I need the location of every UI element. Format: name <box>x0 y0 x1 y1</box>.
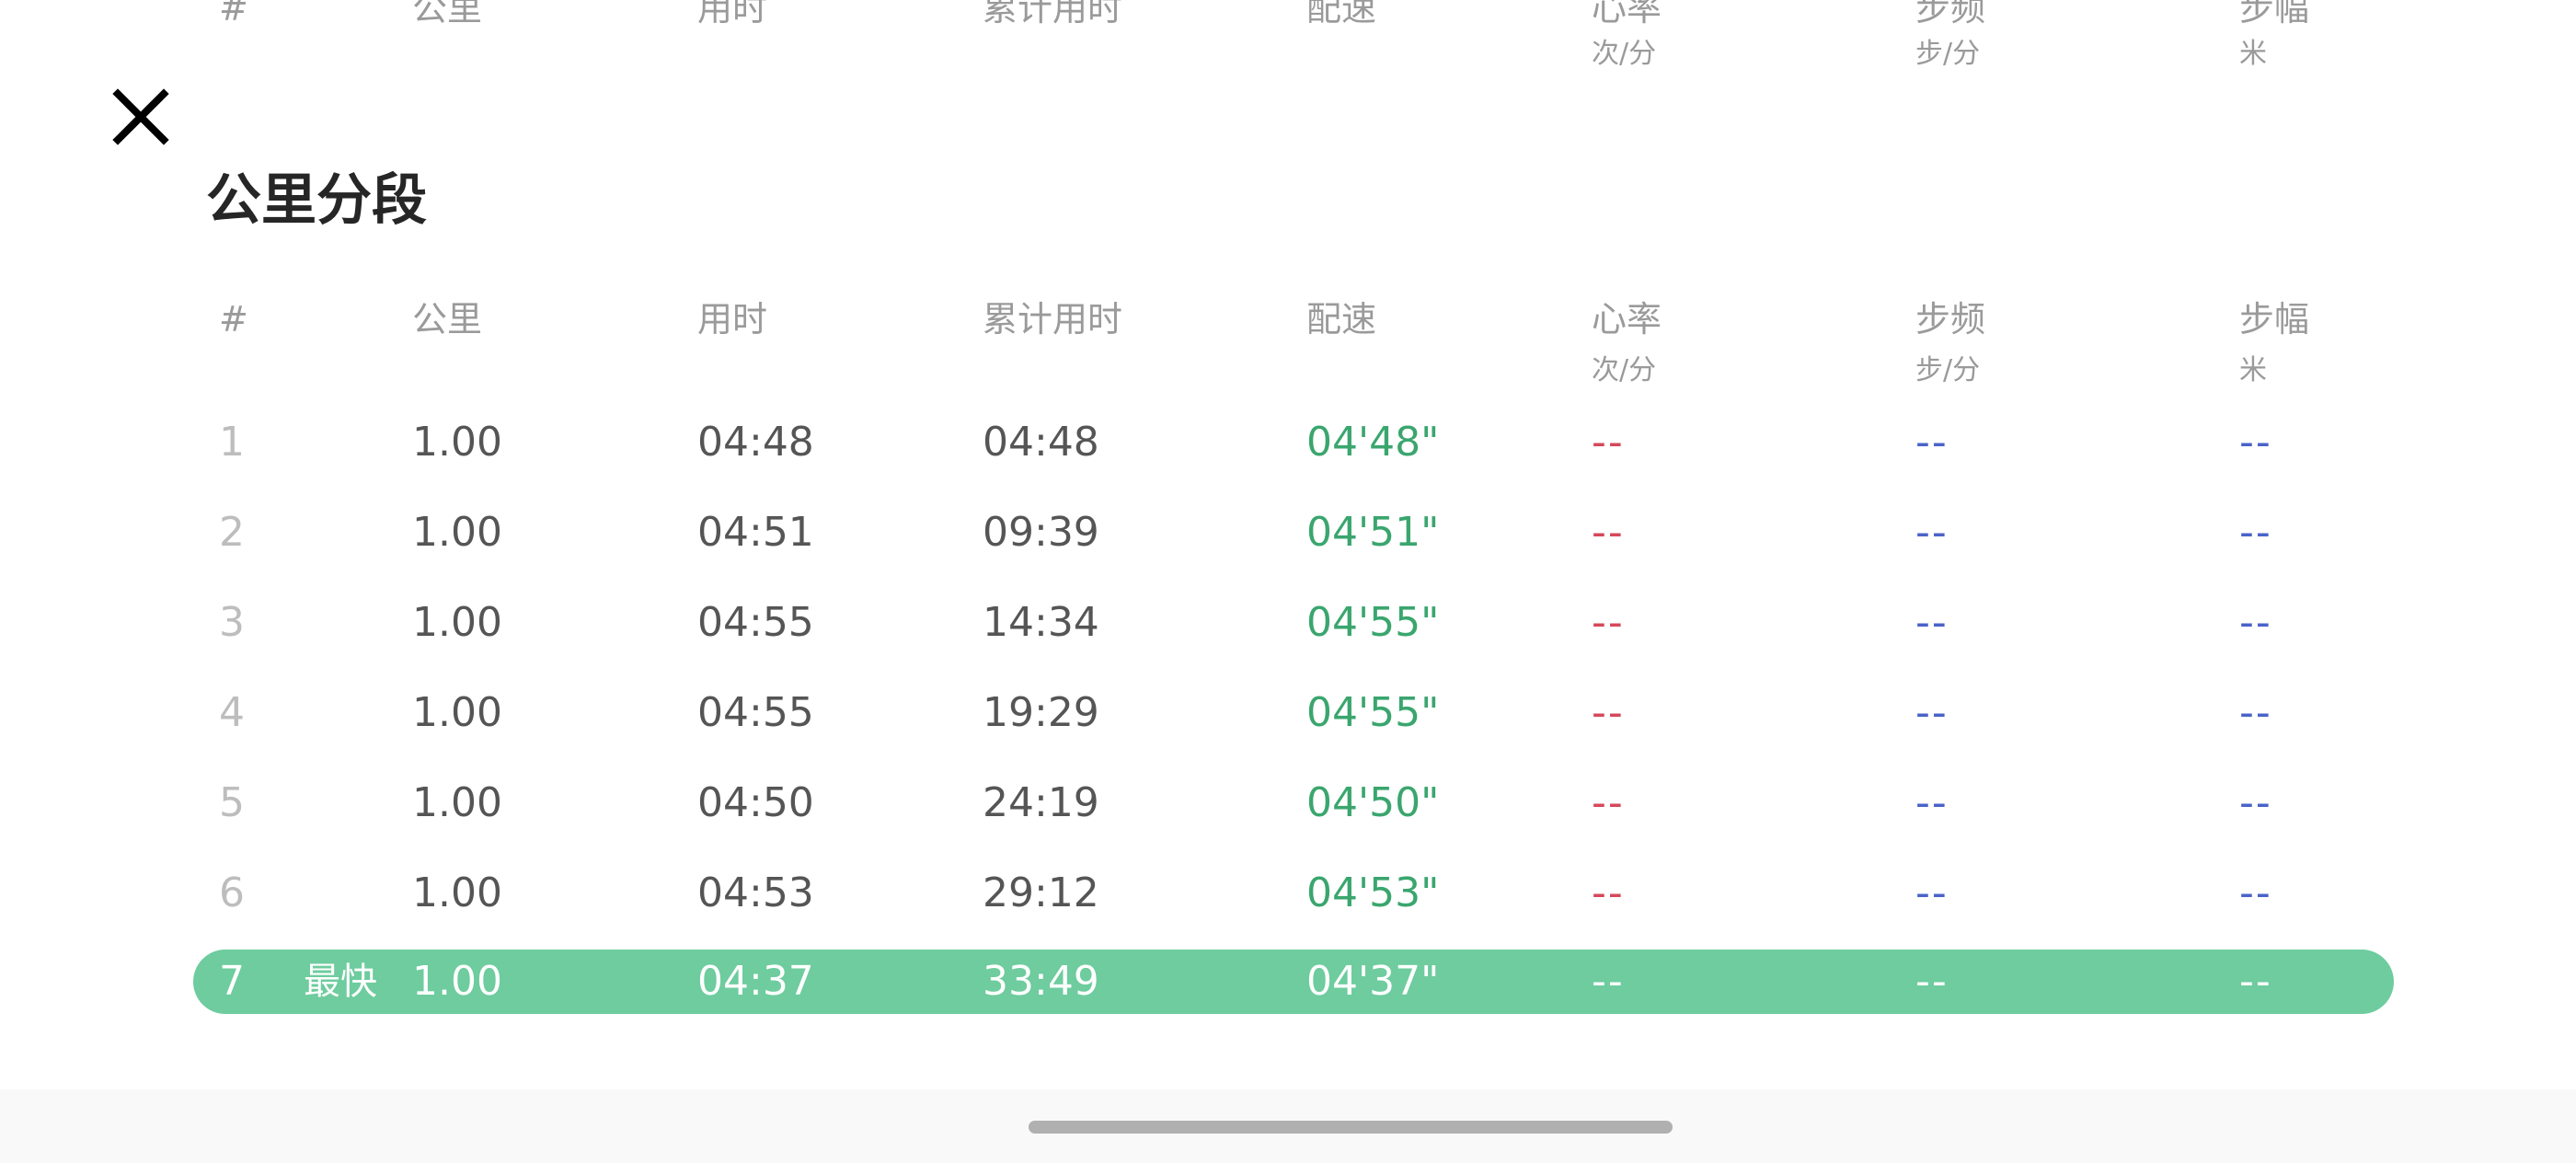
split-stride: -- <box>2239 958 2272 1005</box>
split-heart-rate: -- <box>1592 779 1625 826</box>
split-stride: -- <box>2239 779 2272 826</box>
split-cumulative: 04:48 <box>983 419 1099 466</box>
split-index: 7 <box>219 958 245 1005</box>
split-cumulative: 14:34 <box>983 599 1099 646</box>
split-stride: -- <box>2239 509 2272 556</box>
split-stride: -- <box>2239 419 2272 466</box>
table-row[interactable]: 1 1.00 04:48 04:48 04'48" -- -- -- <box>193 410 2394 475</box>
split-pace: 04'48" <box>1306 419 1440 466</box>
split-cadence: -- <box>1915 869 1949 916</box>
col-index: # <box>219 299 248 340</box>
table-row[interactable]: 3 1.00 04:55 14:34 04'55" -- -- -- <box>193 591 2394 655</box>
split-stride: -- <box>2239 689 2272 736</box>
split-pace: 04'55" <box>1306 689 1440 736</box>
split-pace: 04'51" <box>1306 509 1440 556</box>
split-heart-rate: -- <box>1592 869 1625 916</box>
split-heart-rate: -- <box>1592 599 1625 646</box>
split-km: 1.00 <box>412 689 502 736</box>
split-km: 1.00 <box>412 599 502 646</box>
split-pace: 04'37" <box>1306 958 1440 1005</box>
col-heart-rate-unit: 次/分 <box>1592 354 1657 386</box>
split-stride: -- <box>2239 599 2272 646</box>
km-splits-sheet: # 公里 用时 累计用时 配速 心率 次/分 步频 步/分 步幅 米 公里分段 … <box>0 0 2576 1163</box>
split-heart-rate: -- <box>1592 509 1625 556</box>
split-index: 5 <box>219 779 245 826</box>
split-cumulative: 29:12 <box>983 869 1099 916</box>
home-indicator[interactable] <box>1029 1121 1673 1134</box>
col-km: 公里 <box>412 299 483 340</box>
table-row[interactable]: 4 1.00 04:55 19:29 04'55" -- -- -- <box>193 681 2394 745</box>
split-heart-rate: -- <box>1592 419 1625 466</box>
split-pace: 04'55" <box>1306 599 1440 646</box>
table-header: # 公里 用时 累计用时 配速 心率 次/分 步频 步/分 步幅 米 <box>0 0 2576 405</box>
split-km: 1.00 <box>412 509 502 556</box>
col-cadence: 步频 <box>1915 299 1986 340</box>
split-km: 1.00 <box>412 419 502 466</box>
split-index: 4 <box>219 689 245 736</box>
split-index: 3 <box>219 599 245 646</box>
col-cumulative: 累计用时 <box>983 299 1123 340</box>
split-stride: -- <box>2239 869 2272 916</box>
split-time: 04:55 <box>697 689 814 736</box>
table-row[interactable]: 2 1.00 04:51 09:39 04'51" -- -- -- <box>193 501 2394 565</box>
split-cumulative: 24:19 <box>983 779 1099 826</box>
split-cumulative: 19:29 <box>983 689 1099 736</box>
col-pace: 配速 <box>1306 299 1377 340</box>
split-km: 1.00 <box>412 958 502 1005</box>
split-time: 04:37 <box>697 958 814 1005</box>
split-time: 04:53 <box>697 869 814 916</box>
split-index: 2 <box>219 509 245 556</box>
split-time: 04:50 <box>697 779 814 826</box>
fastest-badge: 最快 <box>304 961 377 1003</box>
table-row[interactable]: 5 1.00 04:50 24:19 04'50" -- -- -- <box>193 771 2394 835</box>
split-time: 04:55 <box>697 599 814 646</box>
col-time: 用时 <box>697 299 768 340</box>
split-cadence: -- <box>1915 779 1949 826</box>
split-time: 04:51 <box>697 509 814 556</box>
split-km: 1.00 <box>412 779 502 826</box>
split-cadence: -- <box>1915 958 1949 1005</box>
split-km: 1.00 <box>412 869 502 916</box>
split-heart-rate: -- <box>1592 689 1625 736</box>
col-cadence-unit: 步/分 <box>1915 354 1981 386</box>
table-row-fastest[interactable]: 7 最快 1.00 04:37 33:49 04'37" -- -- -- <box>193 950 2394 1014</box>
split-pace: 04'50" <box>1306 779 1440 826</box>
split-index: 6 <box>219 869 245 916</box>
split-cadence: -- <box>1915 599 1949 646</box>
split-index: 1 <box>219 419 245 466</box>
split-cumulative: 09:39 <box>983 509 1099 556</box>
split-cumulative: 33:49 <box>983 958 1099 1005</box>
split-time: 04:48 <box>697 419 814 466</box>
split-cadence: -- <box>1915 689 1949 736</box>
split-cadence: -- <box>1915 509 1949 556</box>
col-stride-unit: 米 <box>2239 354 2267 386</box>
split-heart-rate: -- <box>1592 958 1625 1005</box>
col-heart-rate: 心率 <box>1592 299 1662 340</box>
split-pace: 04'53" <box>1306 869 1440 916</box>
table-row[interactable]: 6 1.00 04:53 29:12 04'53" -- -- -- <box>193 861 2394 926</box>
col-stride: 步幅 <box>2239 299 2310 340</box>
split-cadence: -- <box>1915 419 1949 466</box>
